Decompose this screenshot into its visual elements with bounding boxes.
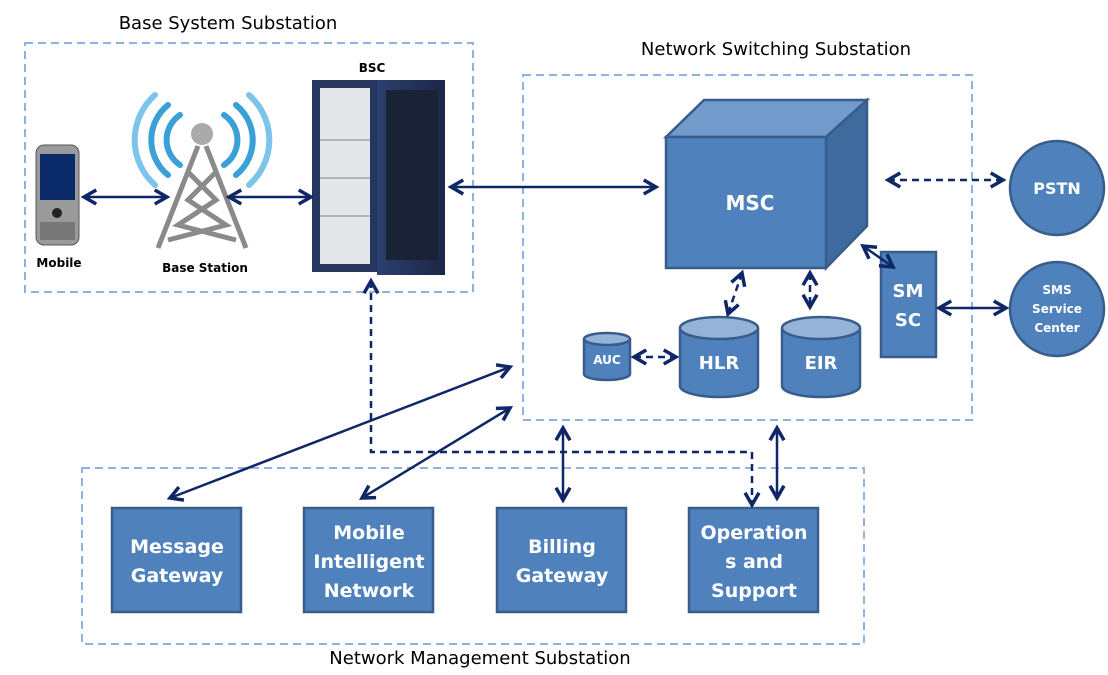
bsc-rack-icon (312, 80, 445, 275)
sms-center-line2: Service (1032, 302, 1082, 316)
bsc-label: BSC (359, 61, 386, 75)
eir-label: EIR (805, 353, 838, 374)
mgmt-3-line2: s and (725, 551, 783, 573)
smsc-label-line1: SM (893, 281, 924, 302)
zone-nms-title: Network Management Substation (329, 648, 630, 669)
hlr-label: HLR (699, 353, 740, 374)
arrow-nss-message-gateway (170, 367, 510, 498)
sms-center-line1: SMS (1042, 283, 1071, 297)
sms-center-line3: Center (1034, 321, 1079, 335)
message-gateway-node (110, 506, 243, 614)
msc-label: MSC (726, 191, 775, 215)
base-station-tower-icon (131, 92, 273, 249)
mgmt-2-line1: Billing (528, 536, 596, 558)
mobile-phone-icon (35, 144, 80, 246)
mgmt-2-line2: Gateway (516, 565, 609, 587)
base-station-label: Base Station (162, 261, 248, 275)
mgmt-1-line1: Mobile (333, 522, 404, 544)
billing-gateway-node (495, 506, 628, 614)
pstn-label: PSTN (1033, 179, 1081, 198)
mobile-label: Mobile (36, 256, 81, 270)
mgmt-1-line2: Intelligent (313, 551, 424, 573)
gsm-architecture-diagram: Base System Substation Network Switching… (24, 13, 1106, 669)
mgmt-3-line1: Operation (700, 522, 807, 544)
smsc-label-line2: SC (895, 310, 921, 331)
zone-bss-title: Base System Substation (119, 13, 338, 34)
mgmt-0-line2: Gateway (131, 565, 224, 587)
auc-label: AUC (593, 353, 621, 367)
msc-node (662, 97, 871, 272)
zone-nss-title: Network Switching Substation (641, 39, 911, 60)
mgmt-3-line3: Support (711, 580, 797, 602)
arrow-msc-hlr (728, 273, 742, 314)
mgmt-0-line1: Message (130, 536, 224, 558)
mgmt-1-line3: Network (324, 580, 415, 602)
smsc-node (879, 250, 938, 359)
